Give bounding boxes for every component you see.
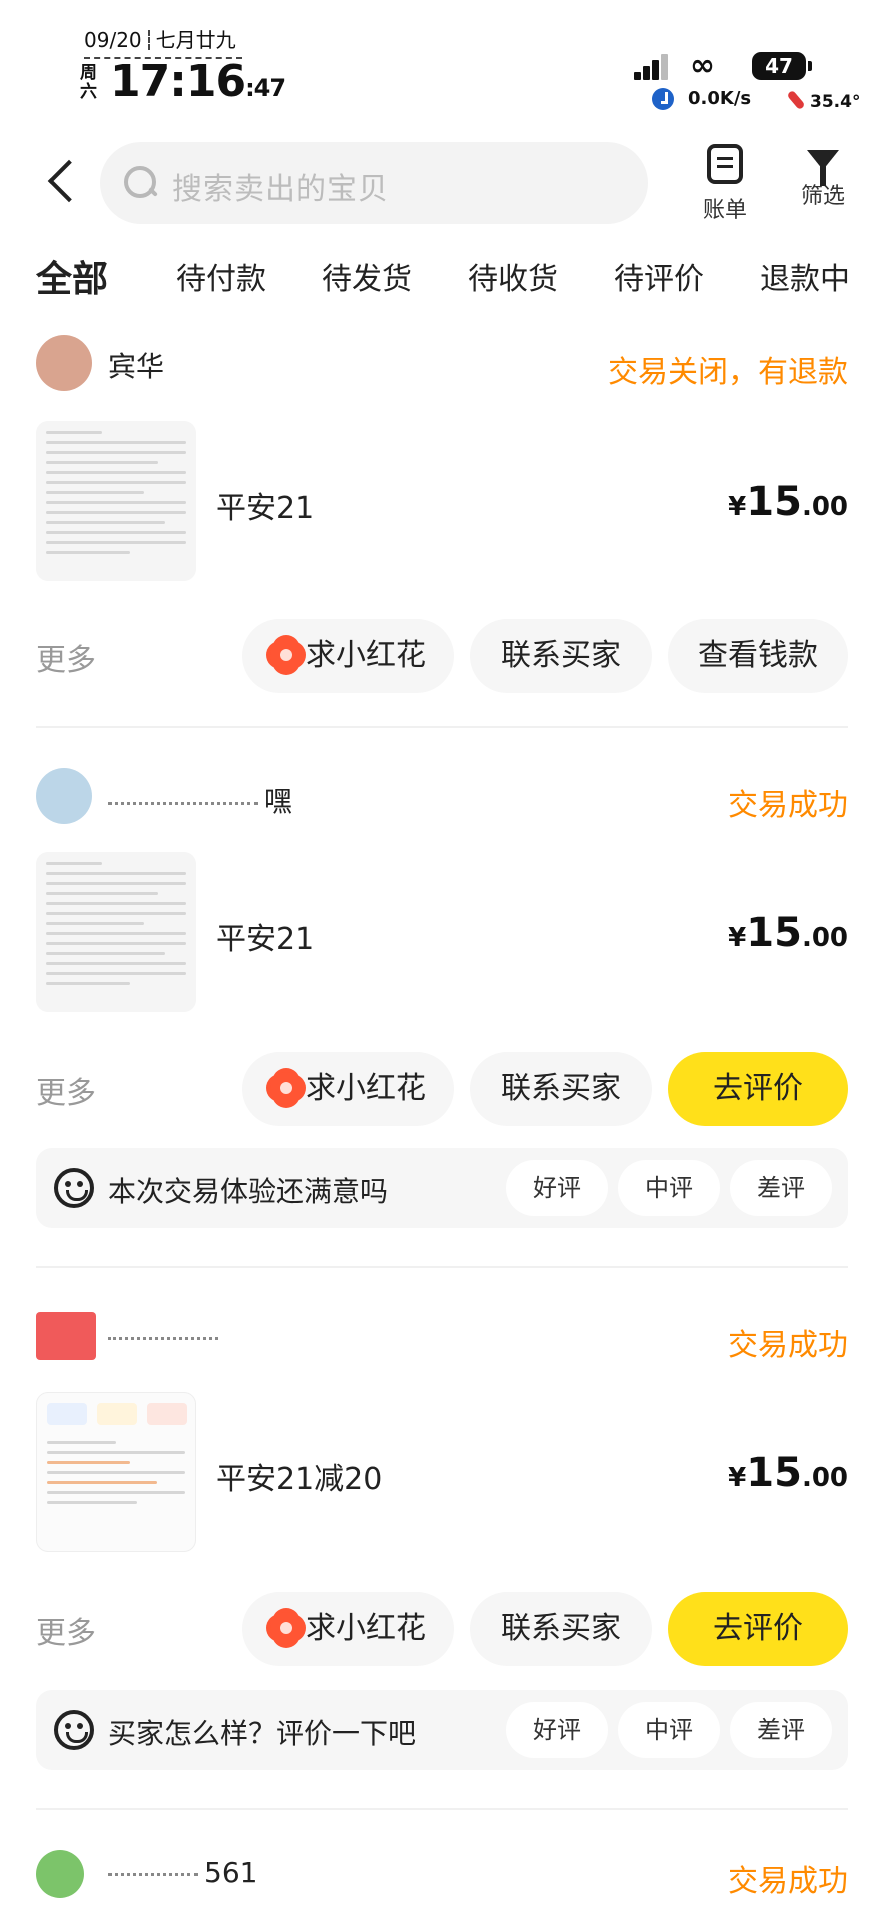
bad-review-chip[interactable]: 差评 (730, 1702, 832, 1758)
more-link[interactable]: 更多 (36, 1608, 96, 1652)
buyer-name: 嘿 (108, 780, 292, 820)
divider (36, 726, 848, 728)
good-review-chip[interactable]: 好评 (506, 1702, 608, 1758)
item-thumbnail (36, 421, 196, 581)
bad-review-chip[interactable]: 差评 (730, 1160, 832, 1216)
rating-question: 本次交易体验还满意吗 (108, 1175, 389, 1208)
request-flower-button[interactable]: 求小红花 (242, 1592, 454, 1666)
order-status: 交易成功 (728, 788, 848, 823)
bill-icon (707, 144, 743, 184)
net-speed: 0.0K/s (688, 88, 752, 109)
order-card[interactable]: 宾华 交易关闭，有退款 平安21 ¥15.00 更多 求小红花 联系买家 查看钱… (36, 335, 848, 735)
smile-icon (54, 1710, 94, 1750)
item-price: ¥15.00 (728, 479, 848, 525)
item-thumbnail (36, 852, 196, 1012)
bill-button[interactable]: 账单 (690, 140, 760, 230)
item-title[interactable]: 平安21 (216, 914, 314, 958)
search-icon (122, 164, 158, 200)
status-date: 09/20 七月廿九 (84, 24, 242, 59)
buyer-name: 561 (108, 1856, 257, 1889)
neutral-review-chip[interactable]: 中评 (618, 1702, 720, 1758)
smile-icon (54, 1168, 94, 1208)
status-tabs: 全部 待付款 待发货 待收货 待评价 退款中 (0, 250, 885, 310)
tab-pending-receipt[interactable]: 待收货 (468, 254, 558, 298)
order-status: 交易成功 (728, 1864, 848, 1899)
divider (36, 1808, 848, 1810)
link-icon: ∞ (690, 48, 715, 83)
rating-prompt: 买家怎么样？评价一下吧 好评 中评 差评 (36, 1690, 848, 1770)
search-placeholder: 搜索卖出的宝贝 (172, 172, 389, 207)
status-bar: 09/20 七月廿九 周六 17:16:47 ∞ 47 0.0K/s 35.4° (0, 0, 885, 120)
item-title[interactable]: 平安21 (216, 483, 314, 527)
tab-pending-payment[interactable]: 待付款 (176, 254, 266, 298)
buyer-name (108, 1320, 224, 1353)
buyer-avatar (36, 335, 92, 391)
order-card[interactable]: 561 交易成功 (36, 1846, 848, 1916)
view-funds-button[interactable]: 查看钱款 (668, 619, 848, 693)
flower-icon (270, 639, 302, 671)
order-status: 交易成功 (728, 1328, 848, 1363)
tab-refunding[interactable]: 退款中 (760, 254, 850, 298)
tab-all[interactable]: 全部 (36, 250, 109, 302)
divider (36, 1266, 848, 1268)
tab-pending-shipment[interactable]: 待发货 (322, 254, 412, 298)
order-card[interactable]: 嘿 交易成功 平安21 ¥15.00 更多 求小红花 联系买家 去评价 本次交易… (36, 768, 848, 1238)
rating-question: 买家怎么样？评价一下吧 (108, 1717, 417, 1750)
status-clock: 17:16:47 (110, 56, 286, 107)
battery-icon: 47 (752, 52, 812, 80)
tab-pending-review[interactable]: 待评价 (614, 254, 704, 298)
thermometer-icon (786, 89, 806, 111)
signal-icon (634, 52, 670, 80)
alarm-icon (652, 88, 674, 110)
review-button[interactable]: 去评价 (668, 1592, 848, 1666)
buyer-avatar (36, 1850, 84, 1898)
order-card[interactable]: 交易成功 平安21减20 ¥15.00 更多 求小红花 联系买家 去评价 买家怎… (36, 1306, 848, 1776)
good-review-chip[interactable]: 好评 (506, 1160, 608, 1216)
back-button[interactable] (40, 160, 84, 204)
item-price: ¥15.00 (728, 1450, 848, 1496)
bill-label: 账单 (702, 198, 747, 223)
request-flower-button[interactable]: 求小红花 (242, 619, 454, 693)
buyer-avatar (36, 1312, 96, 1360)
request-flower-button[interactable]: 求小红花 (242, 1052, 454, 1126)
item-title[interactable]: 平安21减20 (216, 1454, 382, 1498)
buyer-avatar (36, 768, 92, 824)
contact-buyer-button[interactable]: 联系买家 (470, 1592, 652, 1666)
buyer-name: 宾华 (108, 350, 165, 383)
more-link[interactable]: 更多 (36, 635, 96, 679)
flower-icon (270, 1612, 302, 1644)
search-input[interactable]: 搜索卖出的宝贝 (100, 142, 648, 224)
filter-icon (807, 150, 839, 186)
contact-buyer-button[interactable]: 联系买家 (470, 619, 652, 693)
filter-button[interactable]: 筛选 (788, 140, 858, 230)
order-status: 交易关闭，有退款 (608, 355, 848, 390)
item-thumbnail (36, 1392, 196, 1552)
review-button[interactable]: 去评价 (668, 1052, 848, 1126)
item-price: ¥15.00 (728, 910, 848, 956)
rating-prompt: 本次交易体验还满意吗 好评 中评 差评 (36, 1148, 848, 1228)
flower-icon (270, 1072, 302, 1104)
contact-buyer-button[interactable]: 联系买家 (470, 1052, 652, 1126)
neutral-review-chip[interactable]: 中评 (618, 1160, 720, 1216)
temperature: 35.4° (810, 92, 861, 112)
status-weekday: 周六 (80, 63, 97, 102)
more-link[interactable]: 更多 (36, 1068, 96, 1112)
